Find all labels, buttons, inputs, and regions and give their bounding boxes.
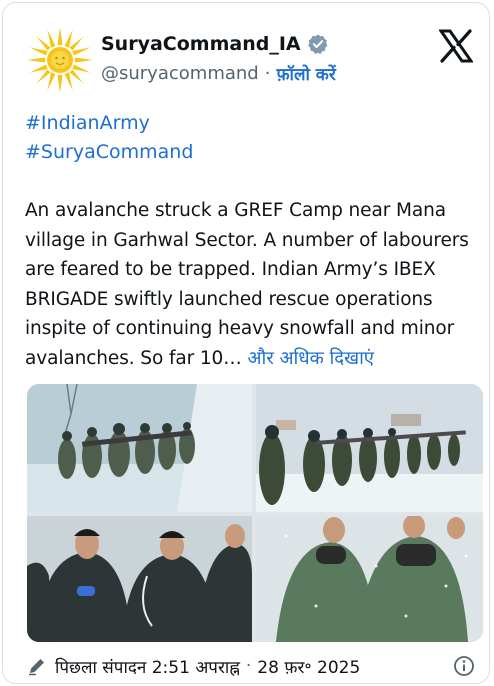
media-photo[interactable]: [256, 516, 483, 642]
post-date[interactable]: 28 फ़र॰ 2025: [257, 655, 360, 678]
pencil-icon: [29, 659, 44, 676]
x-logo-icon[interactable]: [439, 29, 473, 63]
media-photo[interactable]: [256, 384, 483, 512]
tweet-header: SuryaCommand_IA @suryacommand · फ़ॉलो कर…: [25, 25, 475, 95]
follow-button[interactable]: फ़ॉलो करें: [276, 62, 335, 85]
hashtag-list: #IndianArmy #SuryaCommand: [25, 109, 193, 167]
info-icon[interactable]: [453, 655, 475, 677]
separator-dot: ·: [245, 656, 252, 676]
author-name-row: SuryaCommand_IA: [101, 29, 329, 59]
verified-badge-icon: [307, 34, 328, 54]
author-handle[interactable]: @suryacommand: [101, 63, 259, 84]
tweet-body: An avalanche struck a GREF Camp near Man…: [25, 200, 469, 369]
author-handle-row: @suryacommand · फ़ॉलो करें: [101, 59, 336, 87]
sun-logo-icon[interactable]: [25, 25, 95, 95]
media-photo[interactable]: [27, 516, 252, 642]
separator-dot: ·: [264, 62, 271, 84]
media-photo[interactable]: [27, 384, 252, 512]
author-name[interactable]: SuryaCommand_IA: [101, 33, 301, 55]
hashtag-link[interactable]: #IndianArmy: [25, 109, 193, 138]
edited-label[interactable]: पिछला संपादन: [55, 655, 146, 678]
tweet-footer: पिछला संपादन 2:51 अपराह्न · 28 फ़र॰ 2025: [27, 651, 479, 681]
post-time[interactable]: 2:51 अपराह्न: [152, 655, 240, 678]
hashtag-link[interactable]: #SuryaCommand: [25, 138, 193, 167]
tweet-card: SuryaCommand_IA @suryacommand · फ़ॉलो कर…: [2, 2, 490, 684]
media-grid: [27, 384, 483, 642]
show-more-link[interactable]: और अधिक दिखाएं: [247, 348, 374, 369]
tweet-text: An avalanche struck a GREF Camp near Man…: [25, 196, 475, 373]
